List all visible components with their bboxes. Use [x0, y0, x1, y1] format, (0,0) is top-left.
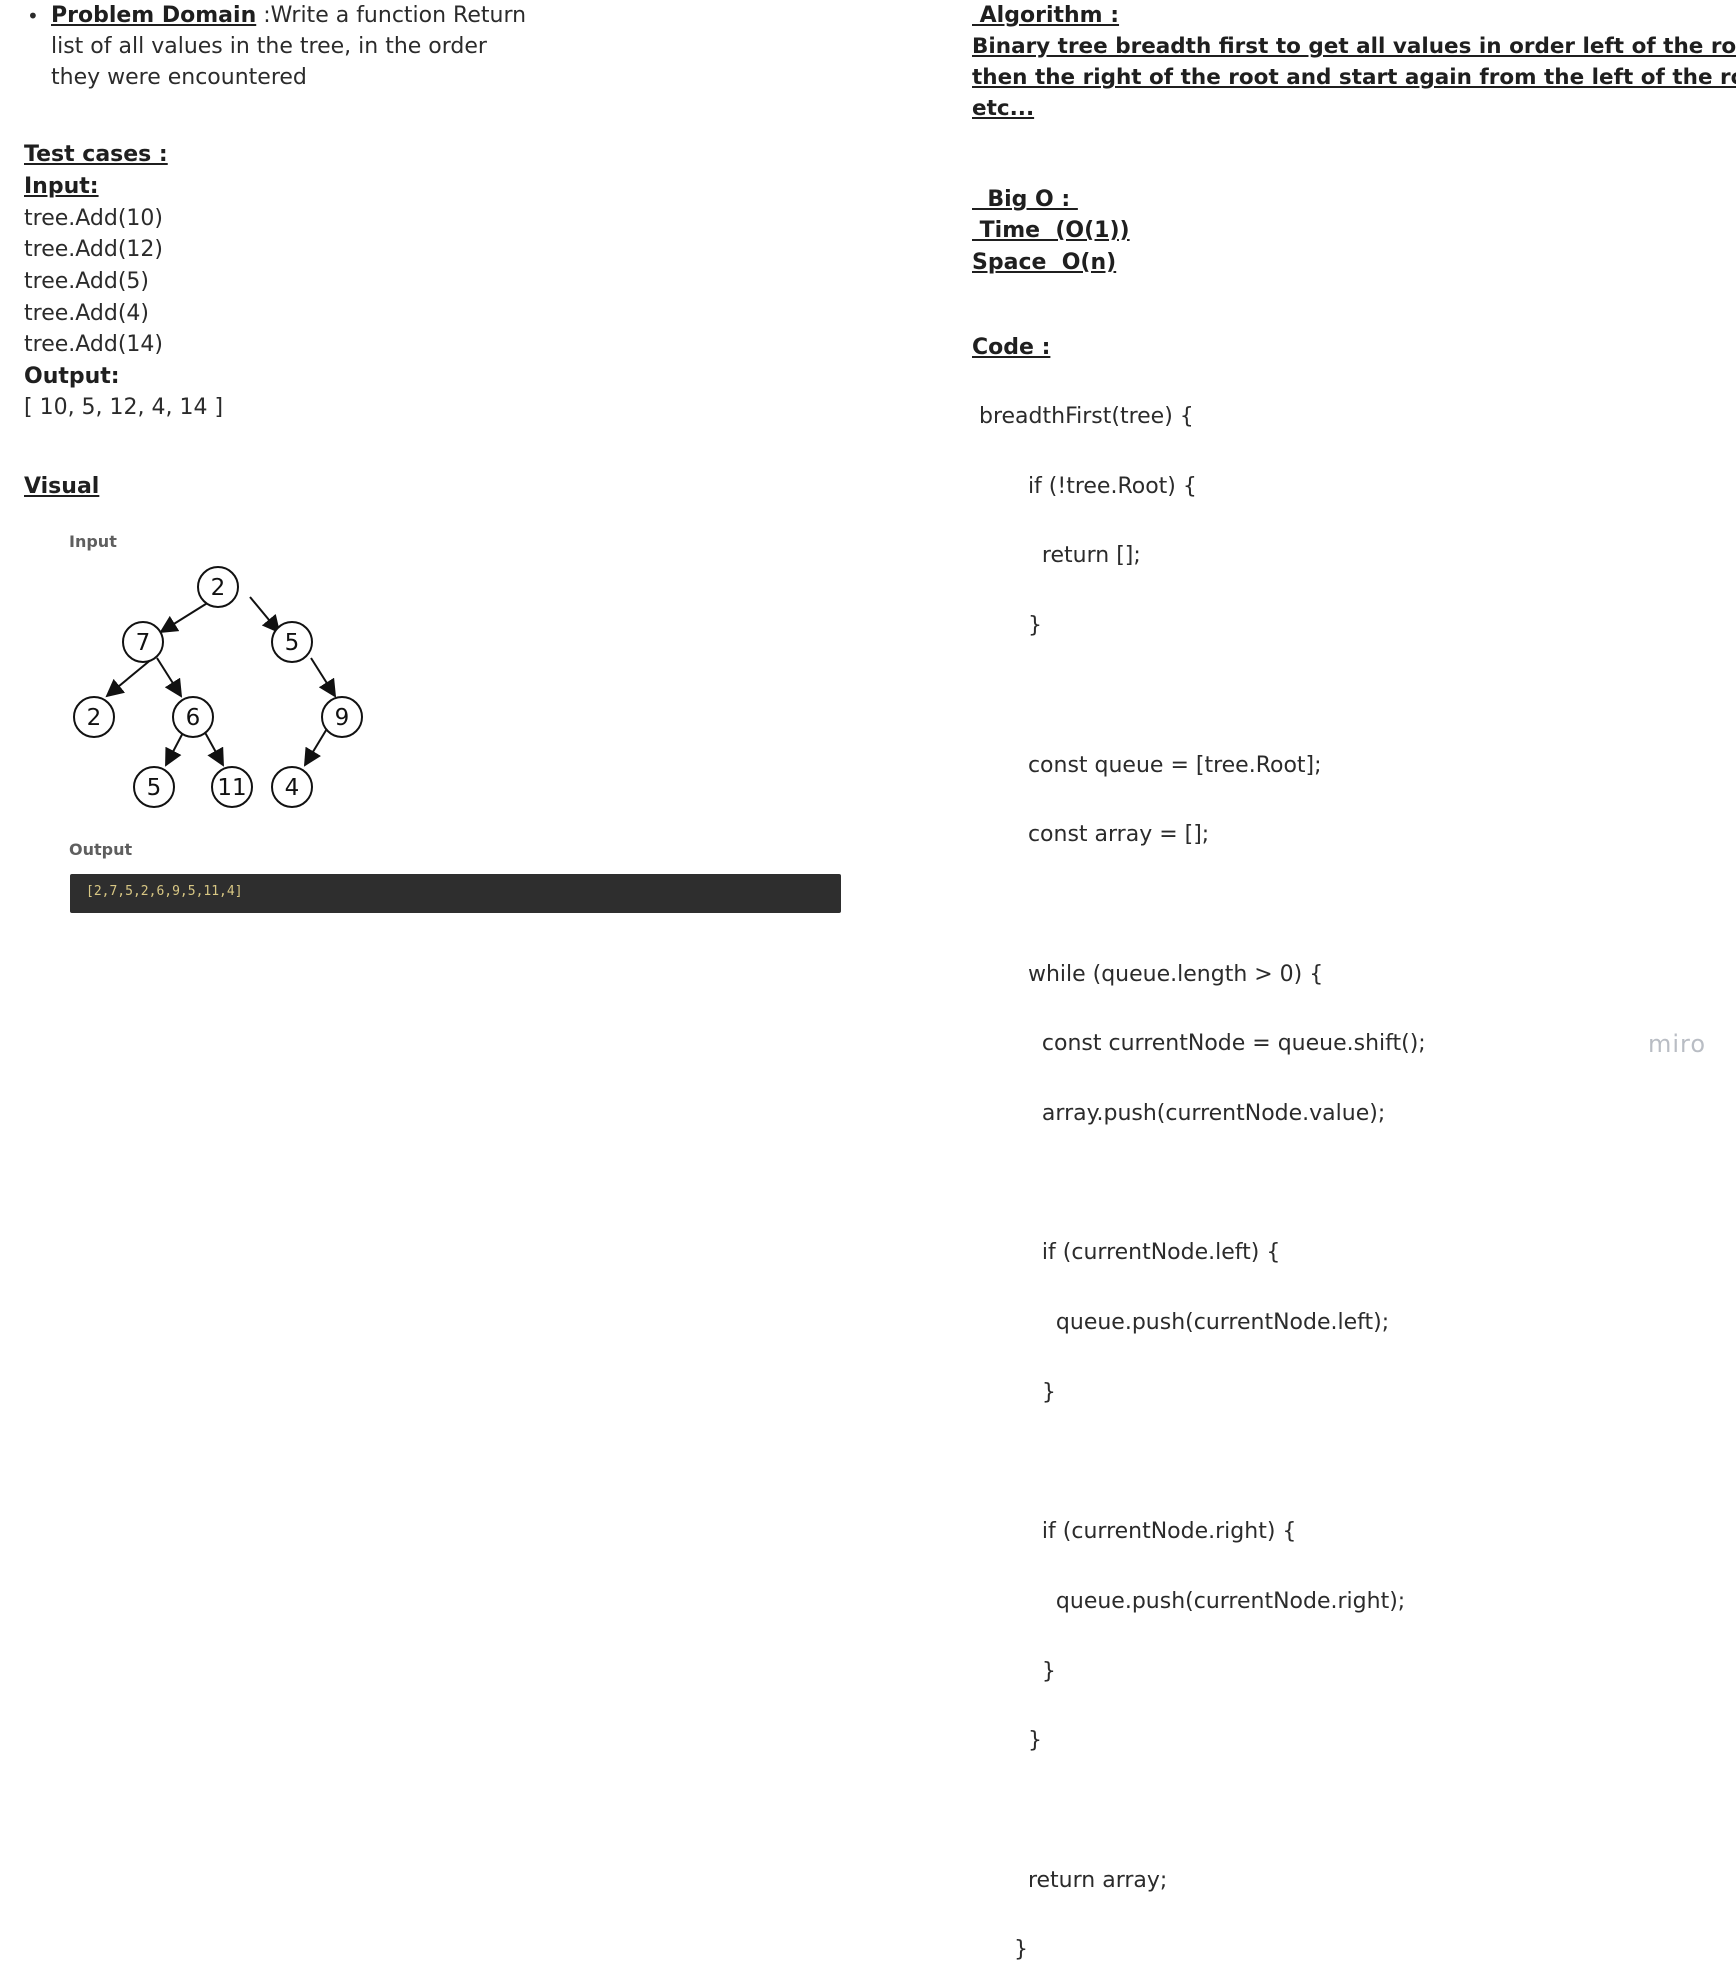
output-console: [2,7,5,2,6,9,5,11,4]: [70, 874, 841, 913]
test-cases-heading: Test cases :: [24, 142, 168, 167]
bullet-icon: •: [27, 4, 39, 28]
algorithm-heading: Algorithm :: [972, 3, 1120, 28]
code-line: }: [972, 1379, 1056, 1405]
tree-node-label: 4: [285, 775, 300, 801]
big-o-heading: Big O :: [972, 187, 1078, 212]
algorithm-line-1: Binary tree breadth first to get all val…: [972, 34, 1736, 59]
visual-output-label: Output: [69, 840, 133, 859]
code-line: array.push(currentNode.value);: [972, 1101, 1386, 1127]
code-line: breadthFirst(tree) {: [972, 404, 1194, 429]
output-console-text: [2,7,5,2,6,9,5,11,4]: [86, 884, 243, 899]
tree-node-label: 2: [87, 705, 102, 731]
tree-edge: [310, 657, 337, 698]
tree-node-label: 5: [285, 630, 300, 656]
input-heading: Input:: [24, 174, 99, 199]
tree-edge: [156, 657, 183, 698]
code-line: queue.push(currentNode.right);: [972, 1588, 1406, 1614]
test-input-line: tree.Add(5): [24, 269, 150, 294]
visual-input-label: Input: [69, 532, 117, 551]
code-line: ​: [972, 1168, 1426, 1200]
code-line: if (currentNode.right) {: [972, 1519, 1297, 1545]
code-line: return array;: [972, 1867, 1168, 1893]
code-block: breadthFirst(tree) { if (!tree.Root) { r…: [972, 363, 1426, 1985]
test-input-line: tree.Add(12): [24, 237, 164, 262]
code-line: }: [972, 613, 1042, 639]
code-line: if (currentNode.left) {: [972, 1240, 1281, 1266]
code-heading: Code :: [972, 335, 1051, 360]
tree-node-label: 11: [217, 775, 246, 801]
test-input-line: tree.Add(4): [24, 301, 150, 326]
tree-node-label: 7: [136, 630, 151, 656]
miro-logo: miro: [1648, 1030, 1707, 1058]
tree-edge: [303, 726, 329, 767]
code-line: queue.push(currentNode.left);: [972, 1310, 1390, 1336]
test-input-line: tree.Add(14): [24, 332, 164, 357]
problem-domain-line-3: they were encountered: [51, 65, 307, 90]
tree-node-label: 6: [186, 705, 201, 731]
code-line: ​: [972, 1795, 1426, 1827]
problem-domain-line-2: list of all values in the tree, in the o…: [51, 34, 487, 59]
algorithm-line-2: then the right of the root and start aga…: [972, 65, 1736, 90]
algorithm-line-3: etc...: [972, 96, 1035, 121]
code-line: if (!tree.Root) {: [972, 473, 1197, 499]
code-line: while (queue.length > 0) {: [972, 961, 1324, 987]
tree-node-label: 9: [335, 705, 350, 731]
test-output-value: [ 10, 5, 12, 4, 14 ]: [24, 395, 224, 420]
visual-heading: Visual: [24, 474, 100, 499]
code-line: ​: [972, 889, 1426, 921]
tree-edge: [249, 596, 281, 634]
code-line: }: [972, 1728, 1042, 1754]
code-line: }: [972, 1937, 1028, 1963]
big-o-space: Space O(n): [972, 250, 1117, 275]
code-line: const array = [];: [972, 822, 1210, 848]
output-heading: Output:: [24, 364, 120, 389]
binary-tree-diagram: 2 7 5 2 6 9 5 11 4: [73, 566, 363, 808]
big-o-time: Time (O(1)): [972, 218, 1130, 243]
code-line: }: [972, 1658, 1056, 1684]
problem-domain-heading: Problem Domain: [51, 3, 257, 28]
code-line: const queue = [tree.Root];: [972, 752, 1322, 778]
problem-domain-text: :Write a function Return: [256, 3, 527, 28]
tree-edge: [105, 657, 154, 698]
tree-node-label: 2: [211, 575, 226, 601]
problem-domain-line-1: Problem Domain :Write a function Return: [51, 0, 526, 32]
test-input-line: tree.Add(10): [24, 206, 164, 231]
code-line: ​: [972, 680, 1426, 712]
code-line: return [];: [972, 543, 1141, 569]
code-line: const currentNode = queue.shift();: [972, 1031, 1426, 1057]
tree-node-label: 5: [147, 775, 162, 801]
code-line: ​: [972, 1447, 1426, 1479]
